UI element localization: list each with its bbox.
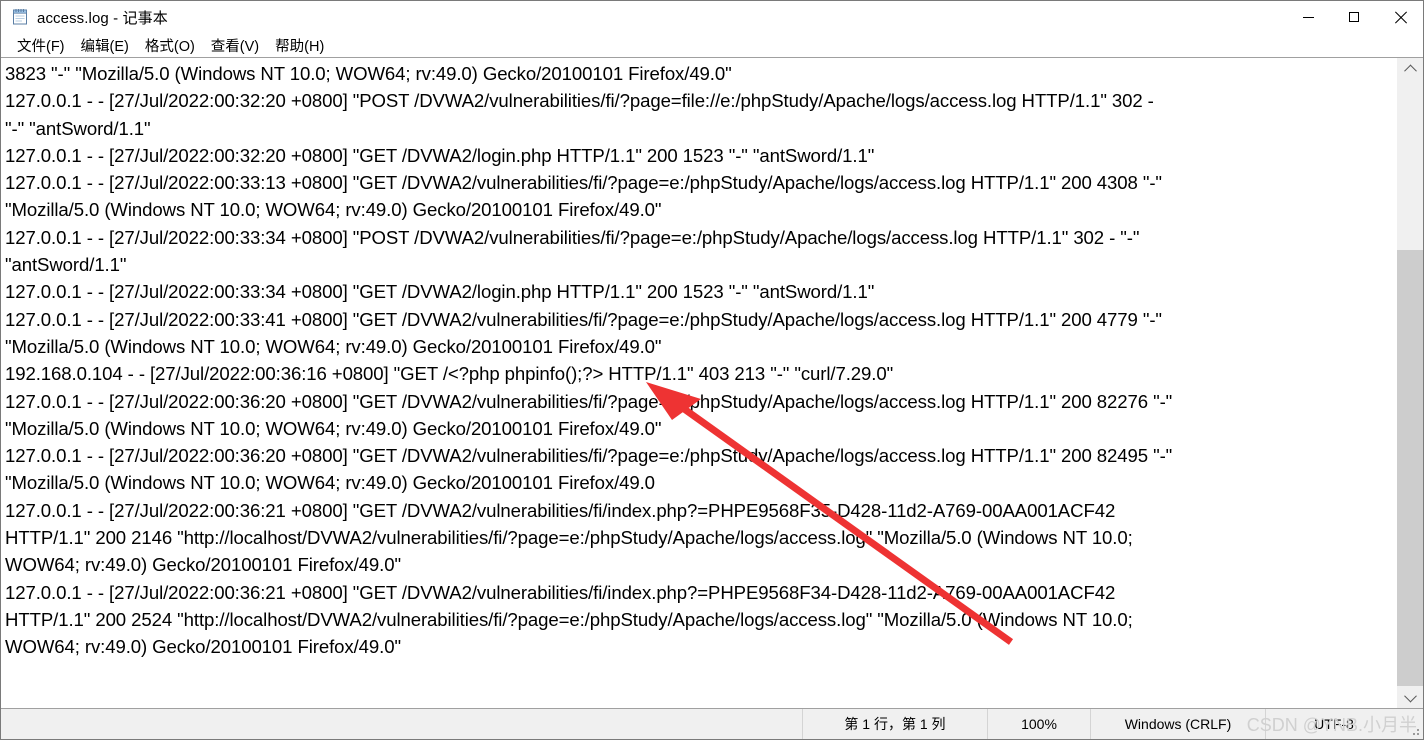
editor-area: 3823 "-" "Mozilla/5.0 (Windows NT 10.0; … <box>1 57 1423 709</box>
notepad-icon <box>11 8 29 26</box>
menu-bar: 文件(F) 编辑(E) 格式(O) 查看(V) 帮助(H) <box>1 33 1423 57</box>
log-line: 127.0.0.1 - - [27/Jul/2022:00:33:34 +080… <box>5 281 875 303</box>
status-encoding[interactable]: UTF-8 <box>1265 709 1402 739</box>
log-line: 127.0.0.1 - - [27/Jul/2022:00:33:13 +080… <box>5 172 1162 194</box>
log-line: 192.168.0.104 - - [27/Jul/2022:00:36:16 … <box>5 363 894 385</box>
minimize-button[interactable] <box>1285 1 1331 33</box>
log-line: HTTP/1.1" 200 2146 "http://localhost/DVW… <box>5 527 1133 549</box>
log-line: 127.0.0.1 - - [27/Jul/2022:00:33:41 +080… <box>5 308 1162 330</box>
menu-edit[interactable]: 编辑(E) <box>73 33 137 58</box>
log-line: WOW64; rv:49.0) Gecko/20100101 Firefox/4… <box>5 636 401 658</box>
notepad-window: access.log - 记事本 文件(F) 编辑(E) 格式(O) 查看(V)… <box>0 0 1424 740</box>
minimize-icon <box>1302 16 1314 18</box>
maximize-icon <box>1349 12 1359 22</box>
scroll-up-button[interactable] <box>1397 58 1423 80</box>
chevron-down-icon <box>1403 689 1417 702</box>
log-line: 127.0.0.1 - - [27/Jul/2022:00:36:21 +080… <box>5 499 1116 521</box>
close-icon <box>1394 11 1407 24</box>
log-text-content[interactable]: 3823 "-" "Mozilla/5.0 (Windows NT 10.0; … <box>1 58 1396 708</box>
window-controls <box>1285 1 1423 33</box>
log-line: 3823 "-" "Mozilla/5.0 (Windows NT 10.0; … <box>5 63 732 84</box>
log-line: "Mozilla/5.0 (Windows NT 10.0; WOW64; rv… <box>5 417 662 439</box>
log-line: 127.0.0.1 - - [27/Jul/2022:00:32:20 +080… <box>5 144 875 166</box>
resize-grip[interactable] <box>1402 709 1423 739</box>
log-line: "antSword/1.1" <box>5 254 127 276</box>
title-bar[interactable]: access.log - 记事本 <box>1 1 1423 33</box>
status-line-ending[interactable]: Windows (CRLF) <box>1090 709 1265 739</box>
close-button[interactable] <box>1377 1 1423 33</box>
log-line: 127.0.0.1 - - [27/Jul/2022:00:32:20 +080… <box>5 90 1154 112</box>
vertical-scrollbar[interactable] <box>1396 58 1423 708</box>
log-line: "-" "antSword/1.1" <box>5 117 151 139</box>
log-line: "Mozilla/5.0 (Windows NT 10.0; WOW64; rv… <box>5 335 662 357</box>
status-bar: 第 1 行，第 1 列 100% Windows (CRLF) UTF-8 CS… <box>1 709 1423 739</box>
title-bar-left: access.log - 记事本 <box>1 7 168 28</box>
scrollbar-thumb[interactable] <box>1397 250 1423 686</box>
log-line: WOW64; rv:49.0) Gecko/20100101 Firefox/4… <box>5 554 401 576</box>
menu-format[interactable]: 格式(O) <box>137 33 203 58</box>
log-line: "Mozilla/5.0 (Windows NT 10.0; WOW64; rv… <box>5 199 662 221</box>
chevron-up-icon <box>1403 64 1417 77</box>
log-line: 127.0.0.1 - - [27/Jul/2022:00:36:20 +080… <box>5 445 1173 467</box>
status-zoom-level[interactable]: 100% <box>987 709 1090 739</box>
menu-file[interactable]: 文件(F) <box>9 33 73 58</box>
log-line: 127.0.0.1 - - [27/Jul/2022:00:36:20 +080… <box>5 390 1173 412</box>
log-line: 127.0.0.1 - - [27/Jul/2022:00:36:21 +080… <box>5 581 1116 603</box>
scroll-down-button[interactable] <box>1397 686 1423 708</box>
window-title: access.log - 记事本 <box>37 9 168 27</box>
menu-help[interactable]: 帮助(H) <box>267 33 332 58</box>
log-line: HTTP/1.1" 200 2524 "http://localhost/DVW… <box>5 608 1133 630</box>
maximize-button[interactable] <box>1331 1 1377 33</box>
resize-grip-icon <box>1410 726 1420 736</box>
log-line: "Mozilla/5.0 (Windows NT 10.0; WOW64; rv… <box>5 472 655 494</box>
log-line: 127.0.0.1 - - [27/Jul/2022:00:33:34 +080… <box>5 226 1140 248</box>
menu-view[interactable]: 查看(V) <box>203 33 267 58</box>
status-cursor-position: 第 1 行，第 1 列 <box>802 709 987 739</box>
status-spacer <box>1 709 802 739</box>
